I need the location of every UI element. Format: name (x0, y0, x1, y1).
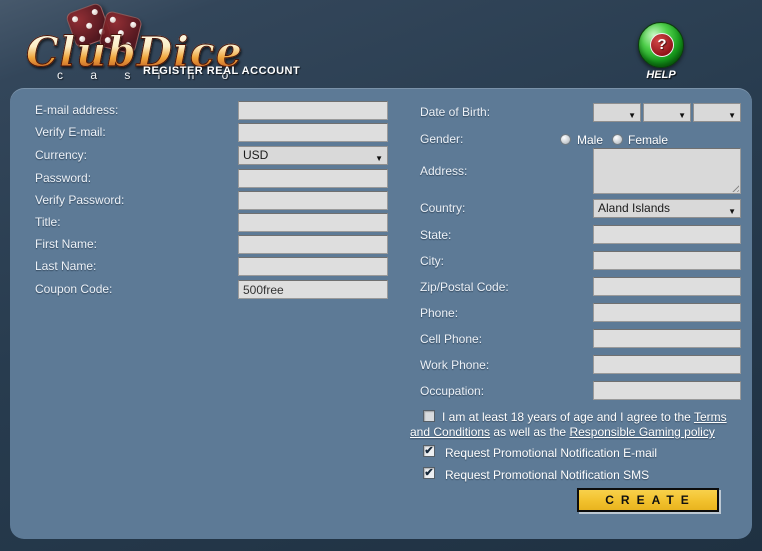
first-name-label: First Name: (35, 237, 97, 251)
last-name-input[interactable] (238, 257, 388, 276)
country-label: Country: (420, 201, 465, 215)
dob-label: Date of Birth: (420, 105, 490, 119)
dob-month-select[interactable]: ▼ (643, 103, 691, 122)
verify-password-label: Verify Password: (35, 193, 124, 207)
promo-sms-label: Request Promotional Notification SMS (445, 468, 649, 482)
phone-input[interactable] (593, 303, 741, 322)
password-label: Password: (35, 171, 91, 185)
chevron-down-icon: ▼ (628, 107, 636, 124)
city-input[interactable] (593, 251, 741, 270)
page-title: REGISTER REAL ACCOUNT (143, 65, 300, 77)
chevron-down-icon: ▼ (678, 107, 686, 124)
title-label: Title: (35, 215, 61, 229)
verify-password-input[interactable] (238, 191, 388, 210)
cell-phone-input[interactable] (593, 329, 741, 348)
create-button[interactable]: CREATE (577, 488, 719, 512)
zip-label: Zip/Postal Code: (420, 280, 509, 294)
promo-sms-checkbox[interactable] (423, 467, 435, 479)
promo-email-label: Request Promotional Notification E-mail (445, 446, 657, 460)
occupation-input[interactable] (593, 381, 741, 400)
currency-selected-value: USD (243, 148, 268, 162)
dob-year-select[interactable]: ▼ (693, 103, 741, 122)
coupon-code-label: Coupon Code: (35, 282, 112, 296)
verify-email-input[interactable] (238, 123, 388, 142)
age-text-middle: as well as the (490, 425, 569, 439)
age-agree-text: I am at least 18 years of age and I agre… (410, 410, 742, 440)
gender-female-label: Female (628, 133, 668, 147)
email-label: E-mail address: (35, 103, 118, 117)
currency-label: Currency: (35, 148, 87, 162)
promo-email-checkbox[interactable] (423, 445, 435, 457)
city-label: City: (420, 254, 444, 268)
resize-grip-icon[interactable] (730, 183, 739, 192)
gender-label: Gender: (420, 132, 463, 146)
title-input[interactable] (238, 213, 388, 232)
country-selected-value: Aland Islands (598, 201, 670, 215)
clubdice-logo: ClubDice c a s i n o REGISTER REAL ACCOU… (24, 4, 424, 88)
password-input[interactable] (238, 169, 388, 188)
help-ball-icon: ? (638, 22, 684, 68)
address-label: Address: (420, 164, 467, 178)
last-name-label: Last Name: (35, 259, 96, 273)
gender-male-label: Male (577, 133, 603, 147)
work-phone-label: Work Phone: (420, 358, 489, 372)
gender-female-radio[interactable] (612, 134, 623, 145)
chevron-down-icon: ▼ (728, 107, 736, 124)
age-text-before: I am at least 18 years of age and I agre… (442, 410, 694, 424)
question-mark-icon: ? (650, 33, 674, 57)
coupon-code-input[interactable] (238, 280, 388, 299)
state-label: State: (420, 228, 451, 242)
zip-input[interactable] (593, 277, 741, 296)
dob-day-select[interactable]: ▼ (593, 103, 641, 122)
registration-form-panel: E-mail address: Verify E-mail: Currency:… (10, 88, 752, 539)
state-input[interactable] (593, 225, 741, 244)
country-select[interactable]: Aland Islands ▼ (593, 199, 741, 218)
occupation-label: Occupation: (420, 384, 484, 398)
help-label: HELP (637, 69, 685, 81)
chevron-down-icon: ▼ (375, 150, 383, 167)
chevron-down-icon: ▼ (728, 203, 736, 220)
cell-phone-label: Cell Phone: (420, 332, 482, 346)
currency-select[interactable]: USD ▼ (238, 146, 388, 165)
email-input[interactable] (238, 101, 388, 120)
first-name-input[interactable] (238, 235, 388, 254)
work-phone-input[interactable] (593, 355, 741, 374)
gender-male-radio[interactable] (560, 134, 571, 145)
help-button[interactable]: ? HELP (637, 22, 685, 81)
header: ClubDice c a s i n o REGISTER REAL ACCOU… (0, 0, 762, 88)
phone-label: Phone: (420, 306, 458, 320)
address-textarea[interactable] (593, 148, 741, 194)
responsible-gaming-link[interactable]: Responsible Gaming policy (569, 425, 714, 439)
verify-email-label: Verify E-mail: (35, 125, 106, 139)
